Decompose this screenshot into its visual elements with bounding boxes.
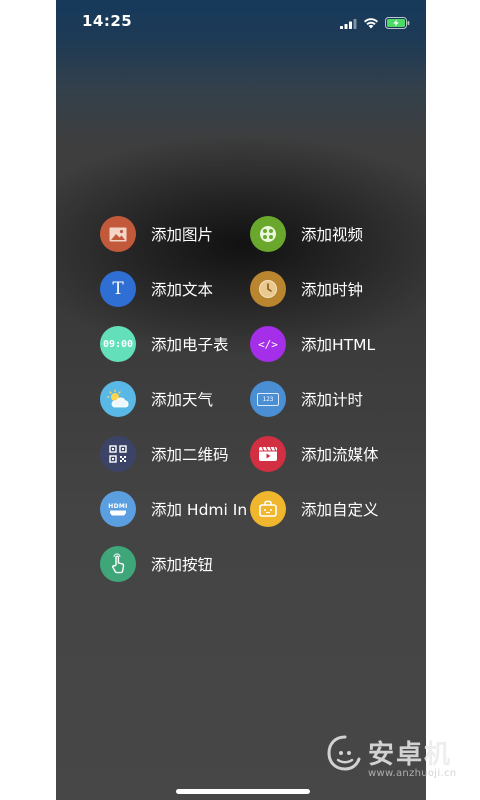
- home-indicator[interactable]: [176, 789, 310, 794]
- stream-media-icon: [250, 436, 286, 472]
- add-text-button[interactable]: T 添加文本: [100, 270, 213, 308]
- timer-icon-glyph: 123: [262, 395, 274, 403]
- add-html-button[interactable]: </> 添加HTML: [250, 325, 375, 363]
- html-icon: </>: [250, 326, 286, 362]
- html-icon-glyph: </>: [258, 337, 278, 351]
- add-stream-media-label: 添加流媒体: [301, 446, 379, 464]
- add-video-label: 添加视频: [301, 226, 364, 244]
- hdmi-icon: HDMI: [100, 491, 136, 527]
- add-qr-code-button[interactable]: 添加二维码: [100, 435, 229, 473]
- site-watermark: 安卓机 www.anzhuoji.cn: [326, 728, 466, 788]
- status-time: 14:25: [82, 12, 133, 30]
- image-icon: [100, 216, 136, 252]
- add-image-button[interactable]: 添加图片: [100, 215, 213, 253]
- add-image-label: 添加图片: [151, 226, 214, 244]
- battery-charging-icon: [385, 14, 410, 33]
- signal-icon: [340, 14, 357, 33]
- add-hdmi-in-label: 添加 Hdmi In: [151, 501, 248, 519]
- watermark-logo-icon: [326, 734, 364, 776]
- add-button-button[interactable]: 添加按钮: [100, 545, 213, 583]
- watermark-url: www.anzhuoji.cn: [368, 768, 457, 779]
- watermark-brand: 安卓机: [368, 740, 453, 770]
- qr-code-icon: [100, 436, 136, 472]
- digital-clock-glyph: 09:00: [102, 338, 134, 350]
- video-icon: [250, 216, 286, 252]
- phone-screen: 14:25 添加图片 添加视频 T 添加文本 添加时钟 09:00 添加电子表 …: [56, 0, 426, 800]
- wifi-icon: [363, 14, 379, 33]
- add-digital-clock-button[interactable]: 09:00 添加电子表: [100, 325, 229, 363]
- touch-button-icon: [100, 546, 136, 582]
- hdmi-icon-glyph: HDMI: [108, 502, 128, 510]
- clock-icon: [250, 271, 286, 307]
- hdmi-badge: HDMI: [108, 503, 127, 516]
- add-html-label: 添加HTML: [301, 336, 376, 354]
- digital-clock-icon: 09:00: [100, 326, 136, 362]
- text-icon: T: [100, 271, 136, 307]
- add-weather-label: 添加天气: [151, 391, 214, 409]
- add-clock-button[interactable]: 添加时钟: [250, 270, 363, 308]
- add-timer-button[interactable]: 123 添加计时: [250, 380, 363, 418]
- timer-icon: 123: [250, 381, 286, 417]
- add-clock-label: 添加时钟: [301, 281, 364, 299]
- add-digital-clock-label: 添加电子表: [151, 336, 229, 354]
- custom-icon: [250, 491, 286, 527]
- timer-display: 123: [257, 392, 279, 406]
- status-icons: [340, 14, 410, 33]
- status-bar: 14:25: [56, 0, 426, 44]
- add-qr-code-label: 添加二维码: [151, 446, 229, 464]
- text-icon-glyph: T: [112, 279, 124, 299]
- add-text-label: 添加文本: [151, 281, 214, 299]
- add-hdmi-in-button[interactable]: HDMI 添加 Hdmi In: [100, 490, 247, 528]
- add-weather-button[interactable]: 添加天气: [100, 380, 213, 418]
- weather-icon: [100, 381, 136, 417]
- add-timer-label: 添加计时: [301, 391, 364, 409]
- add-button-label: 添加按钮: [151, 556, 214, 574]
- add-video-button[interactable]: 添加视频: [250, 215, 363, 253]
- add-custom-button[interactable]: 添加自定义: [250, 490, 379, 528]
- add-stream-media-button[interactable]: 添加流媒体: [250, 435, 379, 473]
- add-custom-label: 添加自定义: [301, 501, 379, 519]
